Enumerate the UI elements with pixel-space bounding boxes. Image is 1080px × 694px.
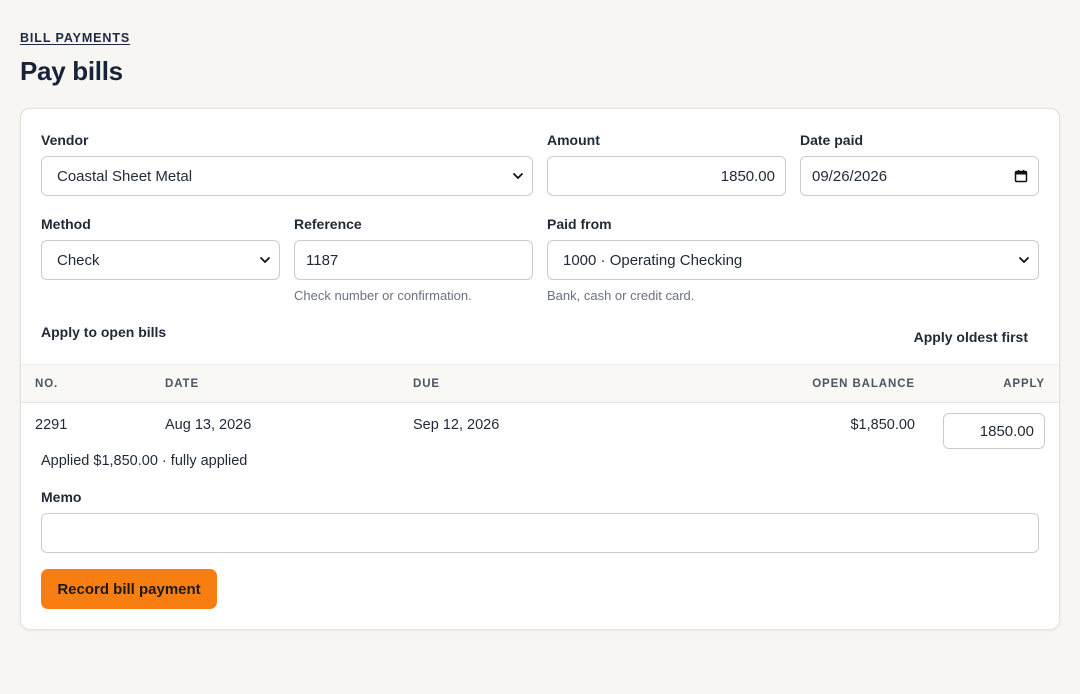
apply-oldest-first-button[interactable]: Apply oldest first (914, 329, 1028, 345)
date-paid-input[interactable]: 09/26/2026 (800, 156, 1039, 196)
reference-hint: Check number or confirmation. (294, 288, 472, 303)
chevron-down-icon (259, 254, 271, 266)
apply-amount-value: 1850.00 (979, 422, 1034, 440)
amount-input-value: 1850.00 (720, 167, 775, 185)
date-paid-input-value: 09/26/2026 (812, 167, 888, 185)
eyebrow-breadcrumb[interactable]: BILL PAYMENTS (20, 31, 130, 45)
date-paid-label: Date paid (800, 132, 864, 148)
memo-label: Memo (41, 489, 82, 505)
amount-label: Amount (547, 132, 600, 148)
reference-input[interactable]: 1187 (294, 240, 533, 280)
method-select[interactable]: Check (41, 240, 280, 280)
bill-number: 2291 (35, 417, 68, 433)
bill-payment-card: Vendor Coastal Sheet Metal Amount 1850.0… (20, 108, 1060, 630)
calendar-icon[interactable] (1014, 169, 1028, 183)
paid-from-select[interactable]: 1000 · Operating Checking (547, 240, 1039, 280)
reference-input-value: 1187 (306, 251, 339, 269)
vendor-select[interactable]: Coastal Sheet Metal (41, 156, 533, 196)
reference-label: Reference (294, 216, 362, 232)
bills-table-header: NO. DATE DUE OPEN BALANCE APPLY (21, 364, 1059, 403)
paid-from-hint: Bank, cash or credit card. (547, 288, 695, 303)
column-header-no: NO. (35, 378, 59, 390)
column-header-apply: APPLY (1003, 378, 1045, 390)
chevron-down-icon (1018, 254, 1030, 266)
record-bill-payment-button[interactable]: Record bill payment (41, 569, 217, 609)
bill-date: Aug 13, 2026 (165, 417, 252, 433)
amount-input[interactable]: 1850.00 (547, 156, 786, 196)
page-title: Pay bills (20, 56, 123, 86)
paid-from-select-value: 1000 · Operating Checking (563, 251, 743, 269)
vendor-label: Vendor (41, 132, 89, 148)
column-header-date: DATE (165, 378, 200, 390)
column-header-due: DUE (413, 378, 440, 390)
method-select-value: Check (57, 251, 100, 269)
bill-open-balance: $1,850.00 (850, 417, 915, 433)
apply-amount-input[interactable]: 1850.00 (943, 413, 1045, 449)
apply-bills-heading: Apply to open bills (41, 324, 167, 340)
column-header-open-balance: OPEN BALANCE (812, 378, 915, 390)
paid-from-label: Paid from (547, 216, 612, 232)
applied-status-text: Applied $1,850.00 · fully applied (41, 453, 248, 469)
method-label: Method (41, 216, 91, 232)
chevron-down-icon (512, 170, 524, 182)
vendor-select-value: Coastal Sheet Metal (57, 167, 193, 185)
memo-input[interactable] (41, 513, 1039, 553)
bill-due-date: Sep 12, 2026 (413, 417, 500, 433)
